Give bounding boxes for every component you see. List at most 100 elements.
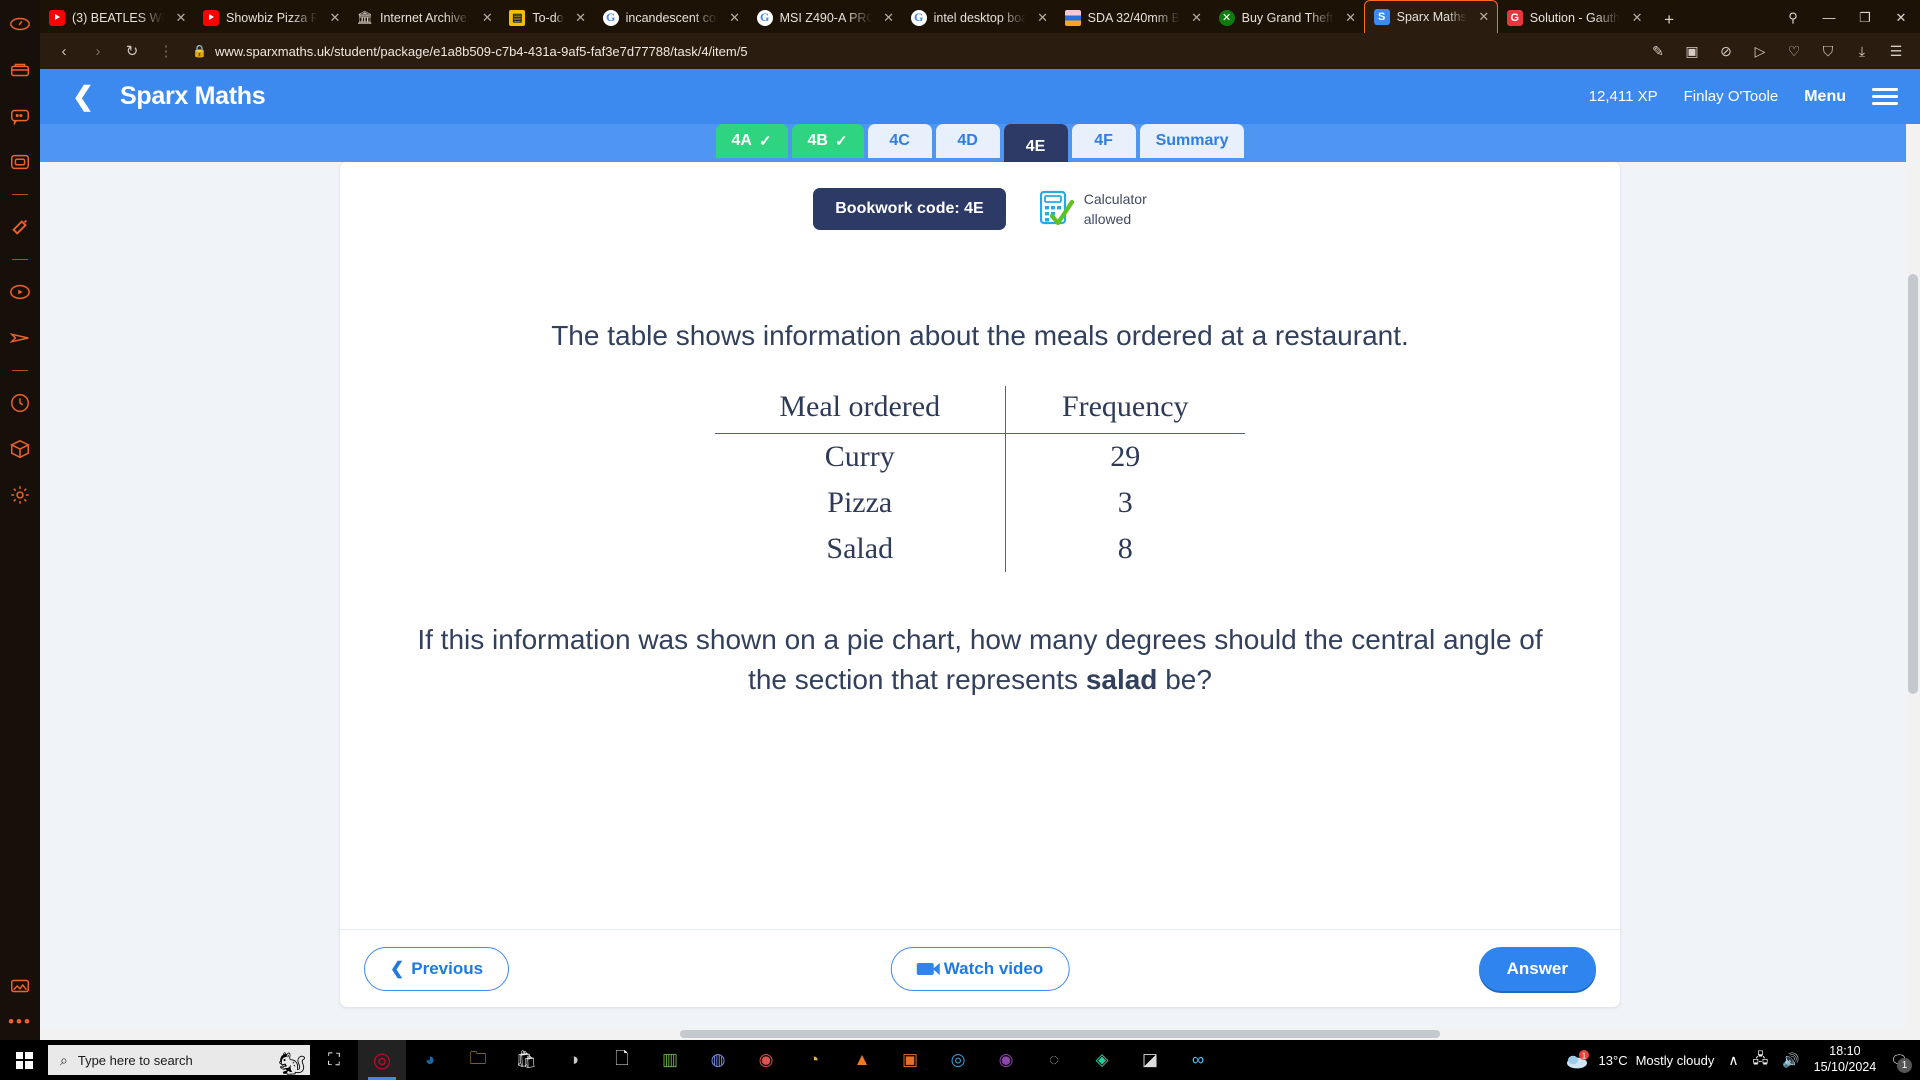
opera-icon[interactable]: ◎ bbox=[358, 1040, 406, 1080]
app-back-button[interactable]: ❮ bbox=[62, 76, 104, 118]
vertical-scrollbar-thumb[interactable] bbox=[1908, 274, 1918, 694]
notifications-icon[interactable]: 🗨 1 bbox=[1890, 1052, 1912, 1073]
close-icon[interactable]: ✕ bbox=[1628, 9, 1646, 27]
calculator-icon[interactable]: ◉ bbox=[982, 1040, 1030, 1080]
browser-tab[interactable]: 🏛 Internet Archive: ✕ bbox=[348, 2, 500, 33]
close-icon[interactable]: ✕ bbox=[572, 9, 590, 27]
browser-tabstrip: (3) BEATLES WHIT ✕ Showbiz Pizza Pla ✕ 🏛… bbox=[40, 0, 1920, 33]
answer-button[interactable]: Answer bbox=[1478, 946, 1596, 991]
paint-icon[interactable]: ◪ bbox=[1126, 1040, 1174, 1080]
tab-4d[interactable]: 4D bbox=[935, 124, 1000, 158]
start-button[interactable] bbox=[0, 1040, 48, 1080]
microsoft-store-icon[interactable]: 🛍 bbox=[502, 1040, 550, 1080]
whatsapp-icon[interactable] bbox=[6, 102, 34, 130]
tab-4a[interactable]: 4A ✓ bbox=[715, 124, 788, 158]
tab-search-icon[interactable]: ⚲ bbox=[1782, 10, 1804, 26]
reload-button[interactable]: ↻ bbox=[118, 37, 146, 65]
task-tab-bar: 4A ✓ 4B ✓ 4C 4D 4E 4F Summary bbox=[40, 124, 1920, 164]
browser-tab[interactable]: ▤ To-do ✕ bbox=[500, 2, 593, 33]
onedrive-icon[interactable]: ∞ bbox=[1174, 1040, 1222, 1080]
telegram-icon[interactable] bbox=[6, 324, 34, 352]
tab-4b[interactable]: 4B ✓ bbox=[791, 124, 864, 158]
clock[interactable]: 18:10 15/10/2024 bbox=[1814, 1044, 1877, 1075]
browser-tab[interactable]: G MSI Z490-A PRO ✕ bbox=[748, 2, 902, 33]
vpn-icon[interactable]: ▷ bbox=[1750, 41, 1770, 61]
close-icon[interactable]: ✕ bbox=[726, 9, 744, 27]
new-tab-button[interactable]: + bbox=[1656, 7, 1682, 33]
profile-icon[interactable]: ⛉ bbox=[1818, 41, 1838, 61]
chrome-icon[interactable]: ◉ bbox=[742, 1040, 790, 1080]
previous-button[interactable]: ❮ Previous bbox=[364, 946, 510, 991]
browser-tab[interactable]: ✕ Buy Grand Theft A ✕ bbox=[1210, 2, 1364, 33]
show-hidden-icons-chevron[interactable]: ∧ bbox=[1728, 1052, 1738, 1069]
close-icon[interactable]: ✕ bbox=[1034, 9, 1052, 27]
instagram-icon[interactable] bbox=[6, 148, 34, 176]
spotify-icon[interactable]: ◔ bbox=[790, 1040, 838, 1080]
close-icon[interactable]: ✕ bbox=[326, 9, 344, 27]
block-ads-icon[interactable]: ⊘ bbox=[1716, 41, 1736, 61]
browser-tab[interactable]: Showbiz Pizza Pla ✕ bbox=[194, 2, 348, 33]
tab-4e[interactable]: 4E bbox=[1003, 124, 1068, 164]
taskbar-search[interactable]: ⌕ Type here to search 🐿 bbox=[48, 1045, 310, 1075]
squirrel-icon: 🐿 bbox=[278, 1051, 306, 1075]
close-icon[interactable]: ✕ bbox=[880, 9, 898, 27]
pinboard-icon[interactable] bbox=[6, 213, 34, 241]
close-icon[interactable]: ✕ bbox=[1342, 9, 1360, 27]
file-explorer-icon[interactable]: 🗀 bbox=[454, 1040, 502, 1080]
audacity-icon[interactable]: ◑ bbox=[550, 1040, 598, 1080]
easy-setup-icon[interactable]: ☰ bbox=[1886, 41, 1906, 61]
close-icon[interactable]: ✕ bbox=[1188, 9, 1206, 27]
edit-icon[interactable]: ✎ bbox=[1648, 41, 1668, 61]
task-view-icon[interactable]: ⛶ bbox=[310, 1040, 358, 1080]
close-window-button[interactable]: ✕ bbox=[1890, 10, 1912, 26]
teams-icon[interactable]: ◈ bbox=[1078, 1040, 1126, 1080]
vlc-icon[interactable]: ▲ bbox=[838, 1040, 886, 1080]
screenshot-icon[interactable]: ▣ bbox=[1682, 41, 1702, 61]
close-icon[interactable]: ✕ bbox=[1475, 8, 1493, 26]
sparx-maths-page: ❮ Sparx Maths 12,411 XP Finlay O'Toole M… bbox=[40, 69, 1920, 1040]
player-icon[interactable] bbox=[6, 278, 34, 306]
downloads-icon[interactable]: ⤓ bbox=[1852, 41, 1872, 61]
discord-icon[interactable]: ◍ bbox=[694, 1040, 742, 1080]
steam-icon[interactable]: ◕ bbox=[406, 1040, 454, 1080]
wallpaper-icon[interactable] bbox=[6, 972, 34, 1000]
browser-tab[interactable]: G Solution - Gauth ✕ bbox=[1498, 2, 1650, 33]
tab-4f[interactable]: 4F bbox=[1071, 124, 1136, 158]
minimize-button[interactable]: — bbox=[1818, 10, 1840, 25]
settings-icon[interactable] bbox=[6, 481, 34, 509]
menu-button[interactable]: Menu bbox=[1804, 88, 1846, 106]
browser-tab[interactable]: SDA 32/40mm Bo ✕ bbox=[1056, 2, 1210, 33]
watch-video-button[interactable]: Watch video bbox=[890, 946, 1070, 991]
tab-4c[interactable]: 4C bbox=[867, 124, 932, 158]
vertical-scrollbar[interactable] bbox=[1906, 124, 1920, 1040]
maximize-button[interactable]: ❐ bbox=[1854, 10, 1876, 26]
history-icon[interactable] bbox=[6, 389, 34, 417]
volume-icon[interactable]: 🔊 bbox=[1782, 1052, 1799, 1069]
obs-icon[interactable]: ◎ bbox=[934, 1040, 982, 1080]
opera-speeddial-icon[interactable] bbox=[6, 10, 34, 38]
page-menu-icon[interactable]: ⋮ bbox=[152, 37, 180, 65]
back-button[interactable]: ‹ bbox=[50, 37, 78, 65]
browser-tab[interactable]: G intel desktop boa ✕ bbox=[902, 2, 1056, 33]
more-icon[interactable]: ••• bbox=[8, 1013, 32, 1030]
horizontal-scrollbar-thumb[interactable] bbox=[680, 1030, 1440, 1038]
close-icon[interactable]: ✕ bbox=[172, 9, 190, 27]
browser-tab[interactable]: (3) BEATLES WHIT ✕ bbox=[40, 2, 194, 33]
hamburger-icon[interactable] bbox=[1872, 88, 1898, 105]
address-input[interactable]: 🔒 www.sparxmaths.uk/student/package/e1a8… bbox=[186, 37, 1642, 65]
notepad-icon[interactable]: 🗋 bbox=[598, 1040, 646, 1080]
close-icon[interactable]: ✕ bbox=[478, 9, 496, 27]
edge-icon[interactable]: ◌ bbox=[1030, 1040, 1078, 1080]
network-icon[interactable]: 🖧 bbox=[1753, 1048, 1769, 1072]
browser-tab-active[interactable]: S Sparx Maths ✕ bbox=[1363, 0, 1498, 33]
tab-summary[interactable]: Summary bbox=[1139, 124, 1245, 158]
weather-widget[interactable]: 1 13°C Mostly cloudy bbox=[1565, 1050, 1714, 1070]
minecraft-icon[interactable]: ▥ bbox=[646, 1040, 694, 1080]
horizontal-scrollbar[interactable] bbox=[40, 1028, 1906, 1040]
browser-tab[interactable]: G incandescent colo ✕ bbox=[594, 2, 748, 33]
xbox-icon[interactable]: ▣ bbox=[886, 1040, 934, 1080]
heart-icon[interactable]: ♡ bbox=[1784, 41, 1804, 61]
forward-button[interactable]: › bbox=[84, 37, 112, 65]
packages-icon[interactable] bbox=[6, 435, 34, 463]
messenger-icon[interactable] bbox=[6, 56, 34, 84]
